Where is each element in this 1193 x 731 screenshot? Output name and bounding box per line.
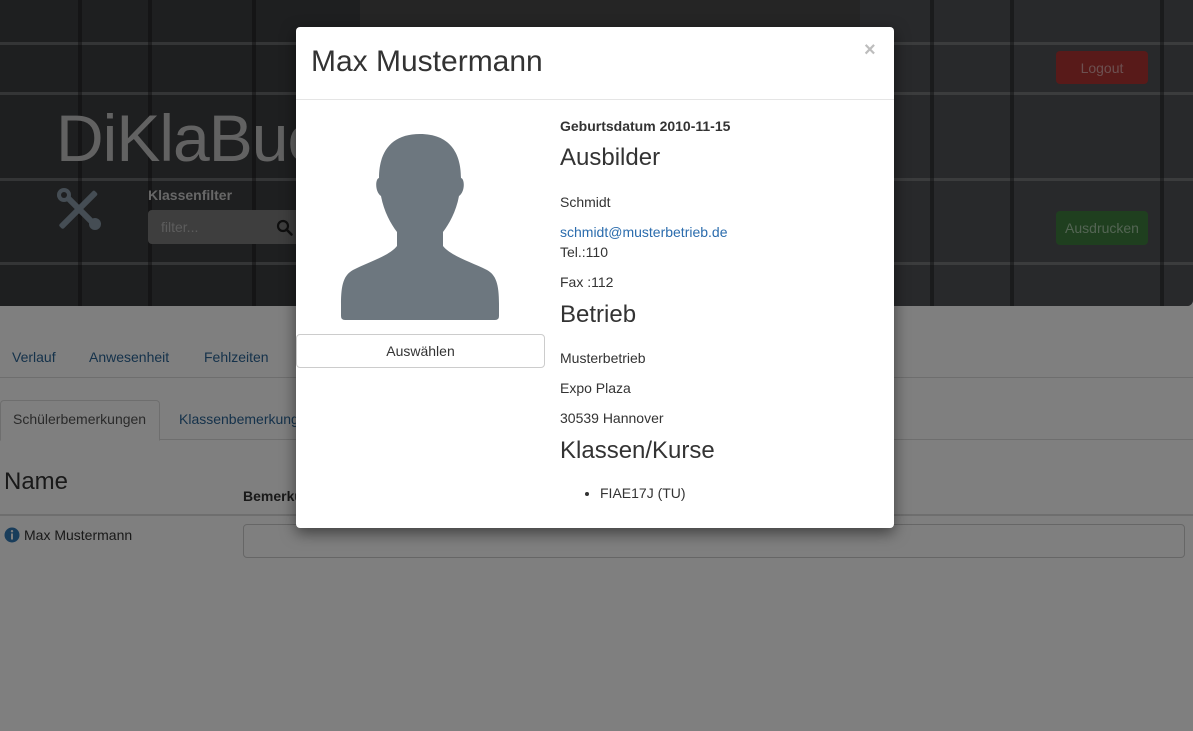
klassen-heading: Klassen/Kurse	[560, 437, 715, 464]
betrieb-city: 30539 Hannover	[560, 410, 664, 426]
close-icon[interactable]: ×	[864, 39, 876, 62]
user-silhouette-icon	[341, 134, 499, 320]
modal-header: Max Mustermann ×	[296, 27, 894, 100]
list-item: FIAE17J (TU)	[600, 485, 686, 501]
betrieb-name: Musterbetrieb	[560, 350, 646, 366]
betrieb-street: Expo Plaza	[560, 380, 631, 396]
select-photo-button[interactable]: Auswählen	[296, 334, 545, 368]
betrieb-heading: Betrieb	[560, 301, 637, 328]
klassen-list: FIAE17J (TU)	[600, 485, 686, 501]
ausbilder-name: Schmidt	[560, 194, 611, 210]
ausbilder-heading: Ausbilder	[560, 144, 661, 171]
ausbilder-fax: Fax :112	[560, 274, 614, 290]
ausbilder-email-row: schmidt@musterbetrieb.de	[560, 224, 728, 240]
ausbilder-email-link[interactable]: schmidt@musterbetrieb.de	[560, 224, 728, 240]
student-modal: Max Mustermann × Auswählen Geburtsdatum …	[296, 27, 894, 528]
modal-title: Max Mustermann	[311, 45, 543, 78]
ausbilder-tel: Tel.:110	[560, 244, 608, 260]
birthdate: Geburtsdatum 2010-11-15	[560, 118, 731, 134]
